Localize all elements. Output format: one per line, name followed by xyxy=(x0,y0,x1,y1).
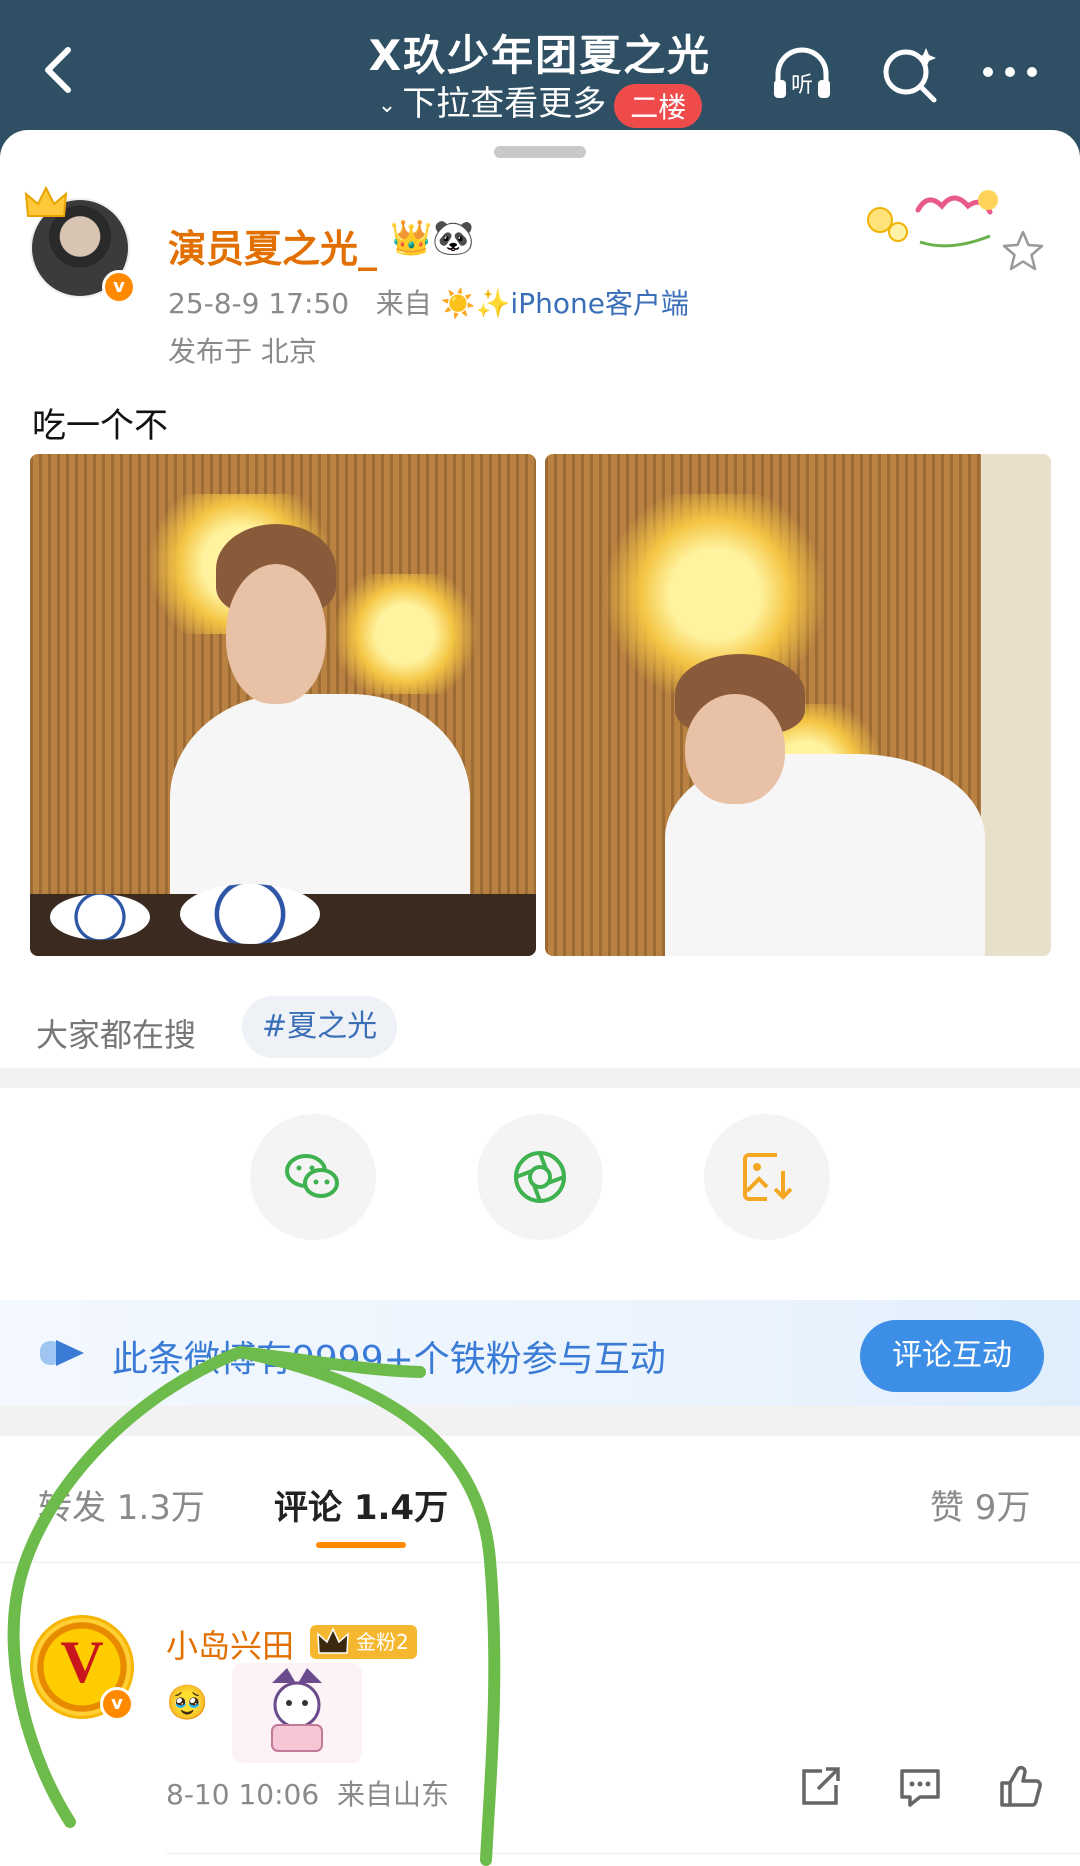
section-divider xyxy=(0,1068,1080,1088)
post-tabs: 转发 1.3万 评论 1.4万 赞 9万 xyxy=(0,1470,1080,1562)
tab-likes[interactable]: 赞 9万 xyxy=(930,1480,1030,1529)
vlog-sticker-icon xyxy=(867,190,998,248)
play-icon xyxy=(40,1340,84,1366)
pull-down-label: 下拉查看更多 xyxy=(402,84,607,124)
reply-icon[interactable] xyxy=(896,1763,944,1811)
section-divider xyxy=(0,1406,1080,1436)
tab-comments[interactable]: 评论 1.4万 xyxy=(274,1480,448,1529)
post-source[interactable]: ☀️✨iPhone客户端 xyxy=(441,287,689,320)
drag-handle[interactable] xyxy=(494,146,586,158)
share-wechat-button[interactable] xyxy=(250,1114,376,1240)
crown-icon xyxy=(317,1627,349,1654)
fan-level-text: 金粉2 xyxy=(356,1630,409,1654)
tab-reposts[interactable]: 转发 1.3万 xyxy=(38,1480,205,1529)
comment-emoji: 🥹 xyxy=(166,1683,209,1723)
verified-badge: v xyxy=(102,270,136,304)
crown-icon xyxy=(24,186,68,217)
top-bar: X玖少年团夏之光 ⌄ 下拉查看更多 二楼 听 xyxy=(0,0,1080,140)
post-time: 25-8-9 17:50 xyxy=(168,287,350,320)
author-badges: 👑🐼 xyxy=(390,218,475,258)
floor-badge: 二楼 xyxy=(614,83,703,128)
favorite-star-icon[interactable] xyxy=(1000,228,1046,274)
post-location: 发布于 北京 xyxy=(168,335,317,368)
source-prefix: 来自 xyxy=(375,287,432,320)
comment-list: V v 小岛兴田 金粉2 🥹 8-10 10:06 来自山东 xyxy=(0,1563,1080,1866)
comment-interact-button[interactable]: 评论互动 xyxy=(860,1320,1044,1392)
save-image-button[interactable] xyxy=(704,1114,830,1240)
comment-time: 8-10 10:06 xyxy=(166,1778,320,1811)
save-image-icon xyxy=(743,1153,793,1201)
commenter-name[interactable]: 小岛兴田 xyxy=(166,1621,294,1667)
search-icon[interactable] xyxy=(878,42,942,106)
post-text: 吃一个不 xyxy=(32,406,168,446)
trending-search-label: 大家都在搜 xyxy=(36,1016,197,1054)
chevron-down-icon: ⌄ xyxy=(377,93,397,118)
post-image-2[interactable] xyxy=(545,454,1051,956)
tab-indicator xyxy=(316,1542,406,1548)
share-moments-button[interactable] xyxy=(477,1114,603,1240)
post-image-1[interactable] xyxy=(30,454,536,956)
wechat-icon xyxy=(285,1154,339,1198)
listen-icon[interactable]: 听 xyxy=(770,42,834,106)
comment-location: 来自山东 xyxy=(336,1778,449,1811)
author-avatar[interactable]: v xyxy=(24,186,138,306)
moments-icon xyxy=(514,1151,566,1203)
comment-meta: 8-10 10:06 来自山东 xyxy=(166,1773,449,1813)
trending-tag[interactable]: #夏之光 xyxy=(242,996,398,1058)
author-name[interactable]: 演员夏之光_ xyxy=(168,218,377,273)
post-meta: 25-8-9 17:50 来自 ☀️✨iPhone客户端 xyxy=(168,282,689,322)
fans-text: 此条微博有9999+个铁粉参与互动 xyxy=(112,1339,666,1380)
more-icon[interactable] xyxy=(978,42,1042,106)
listen-label: 听 xyxy=(791,73,813,98)
repost-icon[interactable] xyxy=(796,1763,844,1811)
like-icon[interactable] xyxy=(996,1763,1044,1811)
kuromi-sticker-icon xyxy=(232,1663,362,1763)
verified-badge: v xyxy=(100,1687,134,1721)
fan-level-badge: 金粉2 xyxy=(310,1625,417,1659)
fans-interaction-bar[interactable]: 此条微博有9999+个铁粉参与互动 评论互动 xyxy=(0,1300,1080,1406)
